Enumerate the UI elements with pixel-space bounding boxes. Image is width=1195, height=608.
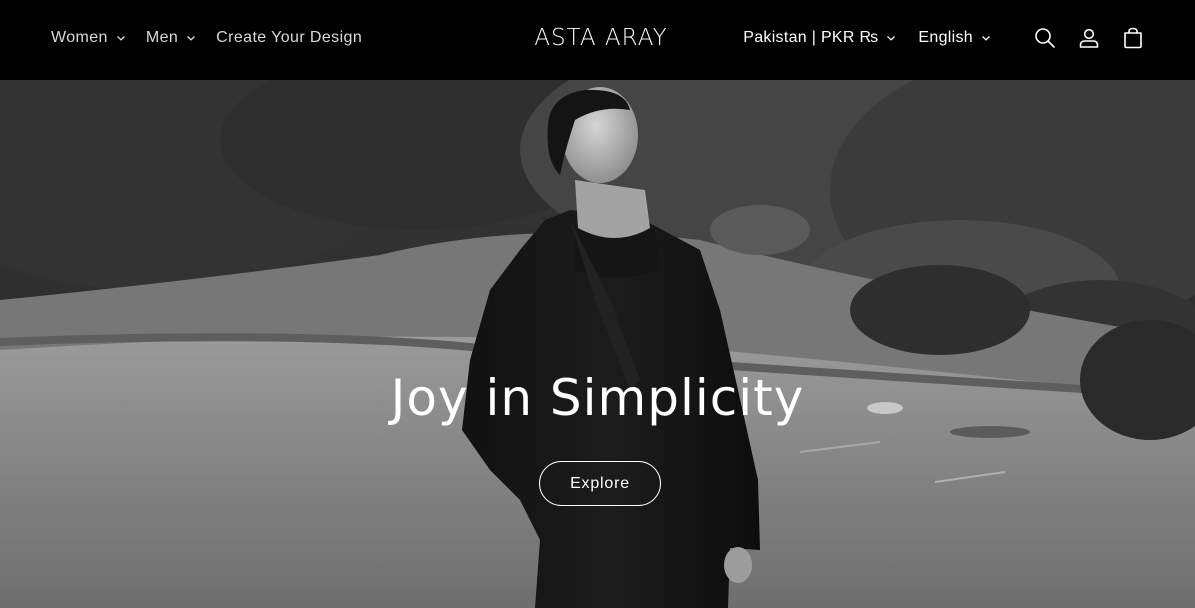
header-utilities: Pakistan | PKR ₨ English: [743, 0, 1145, 76]
chevron-down-icon: [887, 36, 896, 41]
nav-item-create-your-design[interactable]: Create Your Design: [216, 29, 362, 47]
hero-banner: Joy in Simplicity Explore: [0, 80, 1195, 608]
country-selector[interactable]: Pakistan | PKR ₨: [743, 29, 896, 47]
cart-button[interactable]: [1121, 26, 1145, 50]
language-selector[interactable]: English: [918, 29, 991, 47]
nav-item-men[interactable]: Men: [146, 29, 196, 47]
chevron-down-icon: [982, 36, 990, 41]
nav-item-women[interactable]: Women: [51, 29, 126, 47]
search-icon: [1035, 28, 1055, 48]
nav-item-label: Men: [145, 29, 179, 46]
site-header: Women Men Create Your Design ASTA ARAY P…: [0, 0, 1195, 80]
chevron-down-icon: [116, 36, 125, 41]
account-icon: [1079, 28, 1099, 48]
search-button[interactable]: [1033, 26, 1057, 50]
hero-content: Joy in Simplicity Explore: [0, 80, 1195, 608]
site-logo[interactable]: ASTA ARAY: [534, 20, 667, 56]
cart-icon: [1124, 27, 1142, 49]
main-nav: Women Men Create Your Design: [51, 0, 382, 76]
page: Women Men Create Your Design ASTA ARAY P…: [0, 0, 1195, 608]
nav-item-label: Women: [51, 29, 108, 46]
account-button[interactable]: [1077, 26, 1101, 50]
nav-item-label: Create Your Design: [216, 29, 363, 46]
explore-button[interactable]: Explore: [539, 461, 661, 506]
hero-heading: Joy in Simplicity: [390, 369, 805, 427]
language-selector-label: English: [918, 29, 973, 46]
chevron-down-icon: [187, 36, 196, 41]
country-selector-label: Pakistan | PKR ₨: [743, 29, 879, 46]
